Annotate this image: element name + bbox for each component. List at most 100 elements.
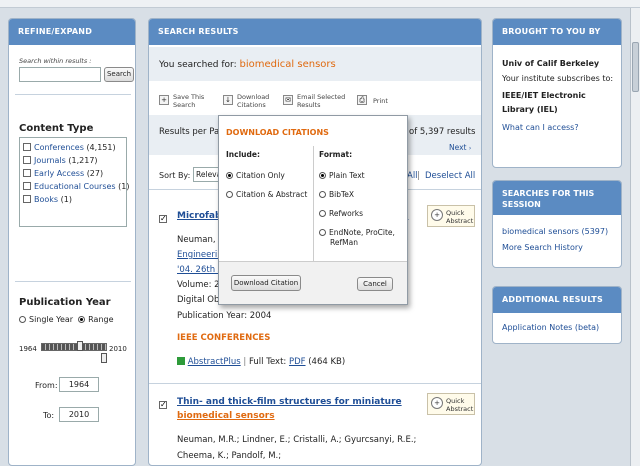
to-year-input[interactable]: 2010	[59, 407, 99, 422]
download-citations-button[interactable]: Download Citations	[237, 93, 269, 109]
link-separator: |	[417, 171, 420, 181]
content-type-label[interactable]: Journals	[34, 156, 66, 165]
result-2-checkbox-wrap[interactable]	[159, 399, 170, 409]
slider-handle-left[interactable]	[77, 341, 83, 351]
save-search-button[interactable]: Save This Search	[173, 93, 204, 109]
application-notes-link[interactable]: Application Notes (beta)	[502, 323, 599, 332]
session-search-link[interactable]: biomedical sensors (5397)	[502, 227, 608, 236]
content-type-label[interactable]: Early Access	[34, 169, 84, 178]
option-label: Refworks	[329, 209, 364, 218]
search-results-header: SEARCH RESULTS	[149, 19, 481, 45]
content-type-label[interactable]: Conferences	[34, 143, 84, 152]
result-2-title-line2[interactable]: biomedical sensors	[177, 411, 275, 421]
format-endnote[interactable]: EndNote, ProCite,	[319, 228, 395, 237]
result-1-venue-line2[interactable]: '04. 26th A	[177, 265, 224, 275]
format-label: Format:	[319, 150, 353, 159]
content-type-label[interactable]: Books	[34, 195, 58, 204]
radio[interactable]	[319, 191, 326, 198]
save-search-icon[interactable]: +	[159, 95, 169, 105]
checkbox[interactable]	[23, 156, 31, 164]
download-line1: Download	[237, 93, 270, 101]
email-icon[interactable]: ✉	[283, 95, 293, 105]
slider-handle-right[interactable]	[101, 353, 107, 363]
content-type-count: (27)	[86, 169, 104, 178]
radio-selected[interactable]	[319, 172, 326, 179]
search-within-input[interactable]	[19, 67, 101, 82]
pdf-link[interactable]: PDF	[289, 357, 306, 367]
format-plain-text[interactable]: Plain Text	[319, 171, 365, 180]
checkbox[interactable]	[23, 195, 31, 203]
brought-to-you-panel: BROUGHT TO YOU BY Univ of Calif Berkeley…	[492, 18, 622, 168]
result-1-quick-abstract[interactable]: + Quick Abstract	[427, 205, 475, 227]
format-refworks[interactable]: Refworks	[319, 209, 363, 218]
to-label: To:	[43, 411, 55, 420]
content-type-label[interactable]: Educational Courses	[34, 182, 116, 191]
result-1-venue-line1[interactable]: Engineerin	[177, 250, 223, 260]
include-label: Include:	[226, 150, 260, 159]
checkbox[interactable]	[23, 169, 31, 177]
include-citation-only[interactable]: Citation Only	[226, 171, 285, 180]
format-bibtex[interactable]: BibTeX	[319, 190, 354, 199]
range-radio[interactable]	[78, 316, 86, 323]
content-type-title: Content Type	[19, 123, 94, 134]
option-label: Citation Only	[236, 171, 285, 180]
search-query: biomedical sensors	[239, 59, 336, 70]
result-1-checkbox-wrap[interactable]	[159, 213, 170, 223]
brought-to-you-header: BROUGHT TO YOU BY	[493, 19, 621, 45]
deselect-all-link[interactable]: Deselect All	[425, 171, 475, 181]
sort-by-label: Sort By:	[159, 171, 191, 180]
result-1-checkbox[interactable]	[159, 215, 167, 223]
result-2-title-line1[interactable]: Thin- and thick-film structures for mini…	[177, 397, 402, 407]
radio[interactable]	[319, 229, 326, 236]
more-search-history-link[interactable]: More Search History	[502, 243, 583, 252]
download-icon[interactable]: ↓	[223, 95, 233, 105]
option-label: Citation & Abstract	[236, 190, 308, 199]
content-type-item[interactable]: Conferences (4,151)	[23, 141, 123, 154]
single-year-label: Single Year	[29, 315, 74, 324]
email-selected-button[interactable]: Email Selected Results	[297, 93, 345, 109]
include-citation-abstract[interactable]: Citation & Abstract	[226, 190, 307, 199]
refine-panel-header: REFINE/EXPAND RESULTS	[9, 19, 135, 62]
content-type-item[interactable]: Books (1)	[23, 193, 123, 206]
you-searched-label: You searched for:	[159, 60, 237, 70]
print-icon[interactable]: ⎙	[357, 95, 367, 105]
refine-panel: REFINE/EXPAND RESULTS Search within resu…	[8, 18, 136, 466]
next-arrow-icon: ›	[468, 145, 472, 152]
content-type-count: (1)	[60, 195, 72, 204]
you-searched: You searched for: biomedical sensors	[159, 59, 336, 70]
quick-abstract-line2: Abstract	[446, 217, 474, 225]
result-2-checkbox[interactable]	[159, 401, 167, 409]
divider	[15, 281, 131, 282]
content-type-item[interactable]: Journals (1,217)	[23, 154, 123, 167]
single-year-radio[interactable]	[19, 316, 26, 323]
pub-year-title: Publication Year	[19, 297, 111, 308]
scrollbar-thumb[interactable]	[632, 42, 639, 92]
next-page-link[interactable]: Next ›	[449, 143, 471, 152]
radio[interactable]	[319, 210, 326, 217]
content-type-item[interactable]: Early Access (27)	[23, 167, 123, 180]
results-count: of 5,397 results	[409, 127, 476, 137]
checkbox[interactable]	[23, 143, 31, 151]
result-1-title[interactable]: Microfab	[177, 211, 221, 221]
from-year-input[interactable]: 1964	[59, 377, 99, 392]
dialog-title: DOWNLOAD CITATIONS	[226, 128, 329, 137]
content-type-item[interactable]: Educational Courses (1)	[23, 180, 129, 193]
from-label: From:	[35, 381, 58, 390]
search-within-button[interactable]: Search	[104, 67, 134, 82]
year-max-label: 2010	[109, 345, 127, 353]
download-citation-button[interactable]: Download Citation	[231, 275, 301, 291]
abstractplus-link[interactable]: AbstractPlus	[188, 357, 241, 367]
radio-selected[interactable]	[226, 172, 233, 179]
save-search-line1: Save This	[173, 93, 205, 101]
checkbox[interactable]	[23, 182, 31, 190]
cancel-button[interactable]: Cancel	[357, 277, 393, 291]
email-line1: Email Selected	[297, 93, 346, 101]
result-2-quick-abstract[interactable]: + Quick Abstract	[427, 393, 475, 415]
what-can-i-access-link[interactable]: What can I access?	[502, 123, 579, 132]
print-button[interactable]: Print	[373, 97, 388, 105]
select-all-link[interactable]: All	[407, 171, 418, 181]
vertical-scrollbar[interactable]	[630, 8, 640, 466]
next-label: Next	[449, 143, 467, 152]
year-range-slider[interactable]	[41, 343, 107, 351]
radio[interactable]	[226, 191, 233, 198]
